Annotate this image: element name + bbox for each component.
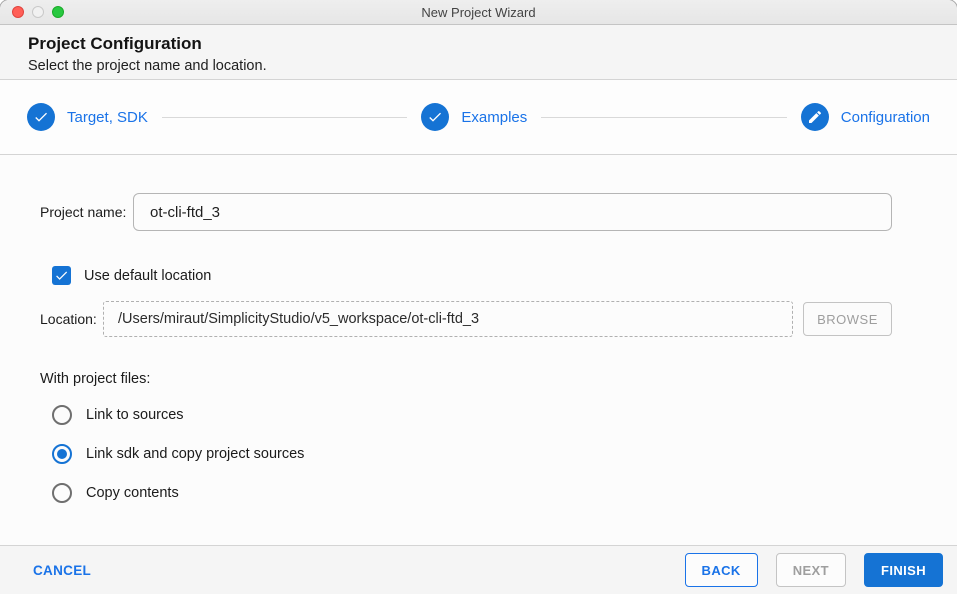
with-project-files-label: With project files: [40,371,151,387]
page-subtitle: Select the project name and location. [28,58,267,74]
radio-button[interactable] [52,483,72,503]
page-title: Project Configuration [28,34,202,53]
radio-option-link-sdk-copy-sources: Link sdk and copy project sources [52,444,892,464]
wizard-header: Project Configuration Select the project… [0,25,957,80]
use-default-location-row: Use default location [52,266,892,285]
step-label: Configuration [840,108,930,126]
step-connector [161,116,408,118]
wizard-stepper: Target, SDK Examples Configuration [0,80,957,155]
project-name-label: Project name: [40,204,127,220]
location-label: Location: [40,311,97,327]
zoom-button[interactable] [52,6,64,18]
traffic-lights [12,0,64,24]
step-current-badge [800,103,829,131]
use-default-location-checkbox[interactable] [52,266,71,285]
radio-option-label: Copy contents [86,485,179,501]
radio-option-label: Link to sources [86,407,184,423]
minimize-button [32,6,44,18]
check-icon [56,271,68,280]
browse-button: BROWSE [803,302,892,336]
back-button[interactable]: BACK [684,553,758,587]
window-title: New Project Wizard [421,4,536,20]
check-icon [429,112,442,122]
radio-button[interactable] [52,405,72,425]
step-label: Target, SDK [67,108,148,126]
location-row: Location: BROWSE [40,301,892,337]
finish-button[interactable]: FINISH [863,553,943,587]
radio-option-label: Link sdk and copy project sources [86,446,305,462]
location-input [103,301,793,337]
pencil-icon [808,110,821,123]
project-name-input[interactable] [133,193,892,231]
wizard-content: Project name: Use default location Locat… [0,155,957,545]
step-target-sdk[interactable]: Target, SDK [27,103,148,131]
step-configuration[interactable]: Configuration [800,103,930,131]
radio-option-copy-contents: Copy contents [52,483,892,503]
close-button[interactable] [12,6,24,18]
step-examples[interactable]: Examples [421,103,527,131]
radio-button[interactable] [52,444,72,464]
wizard-footer: CANCEL BACK NEXT FINISH [0,545,957,594]
radio-option-link-to-sources: Link to sources [52,405,892,425]
next-button: NEXT [775,553,846,587]
use-default-location-label: Use default location [84,267,212,284]
step-connector [541,116,787,118]
titlebar: New Project Wizard [0,0,957,25]
step-label: Examples [461,108,528,126]
project-name-row: Project name: [40,193,892,231]
new-project-wizard-window: New Project Wizard Project Configuration… [0,0,957,594]
step-complete-badge [27,103,55,131]
step-complete-badge [421,103,450,131]
cancel-button[interactable]: CANCEL [33,563,91,578]
check-icon [35,112,47,122]
